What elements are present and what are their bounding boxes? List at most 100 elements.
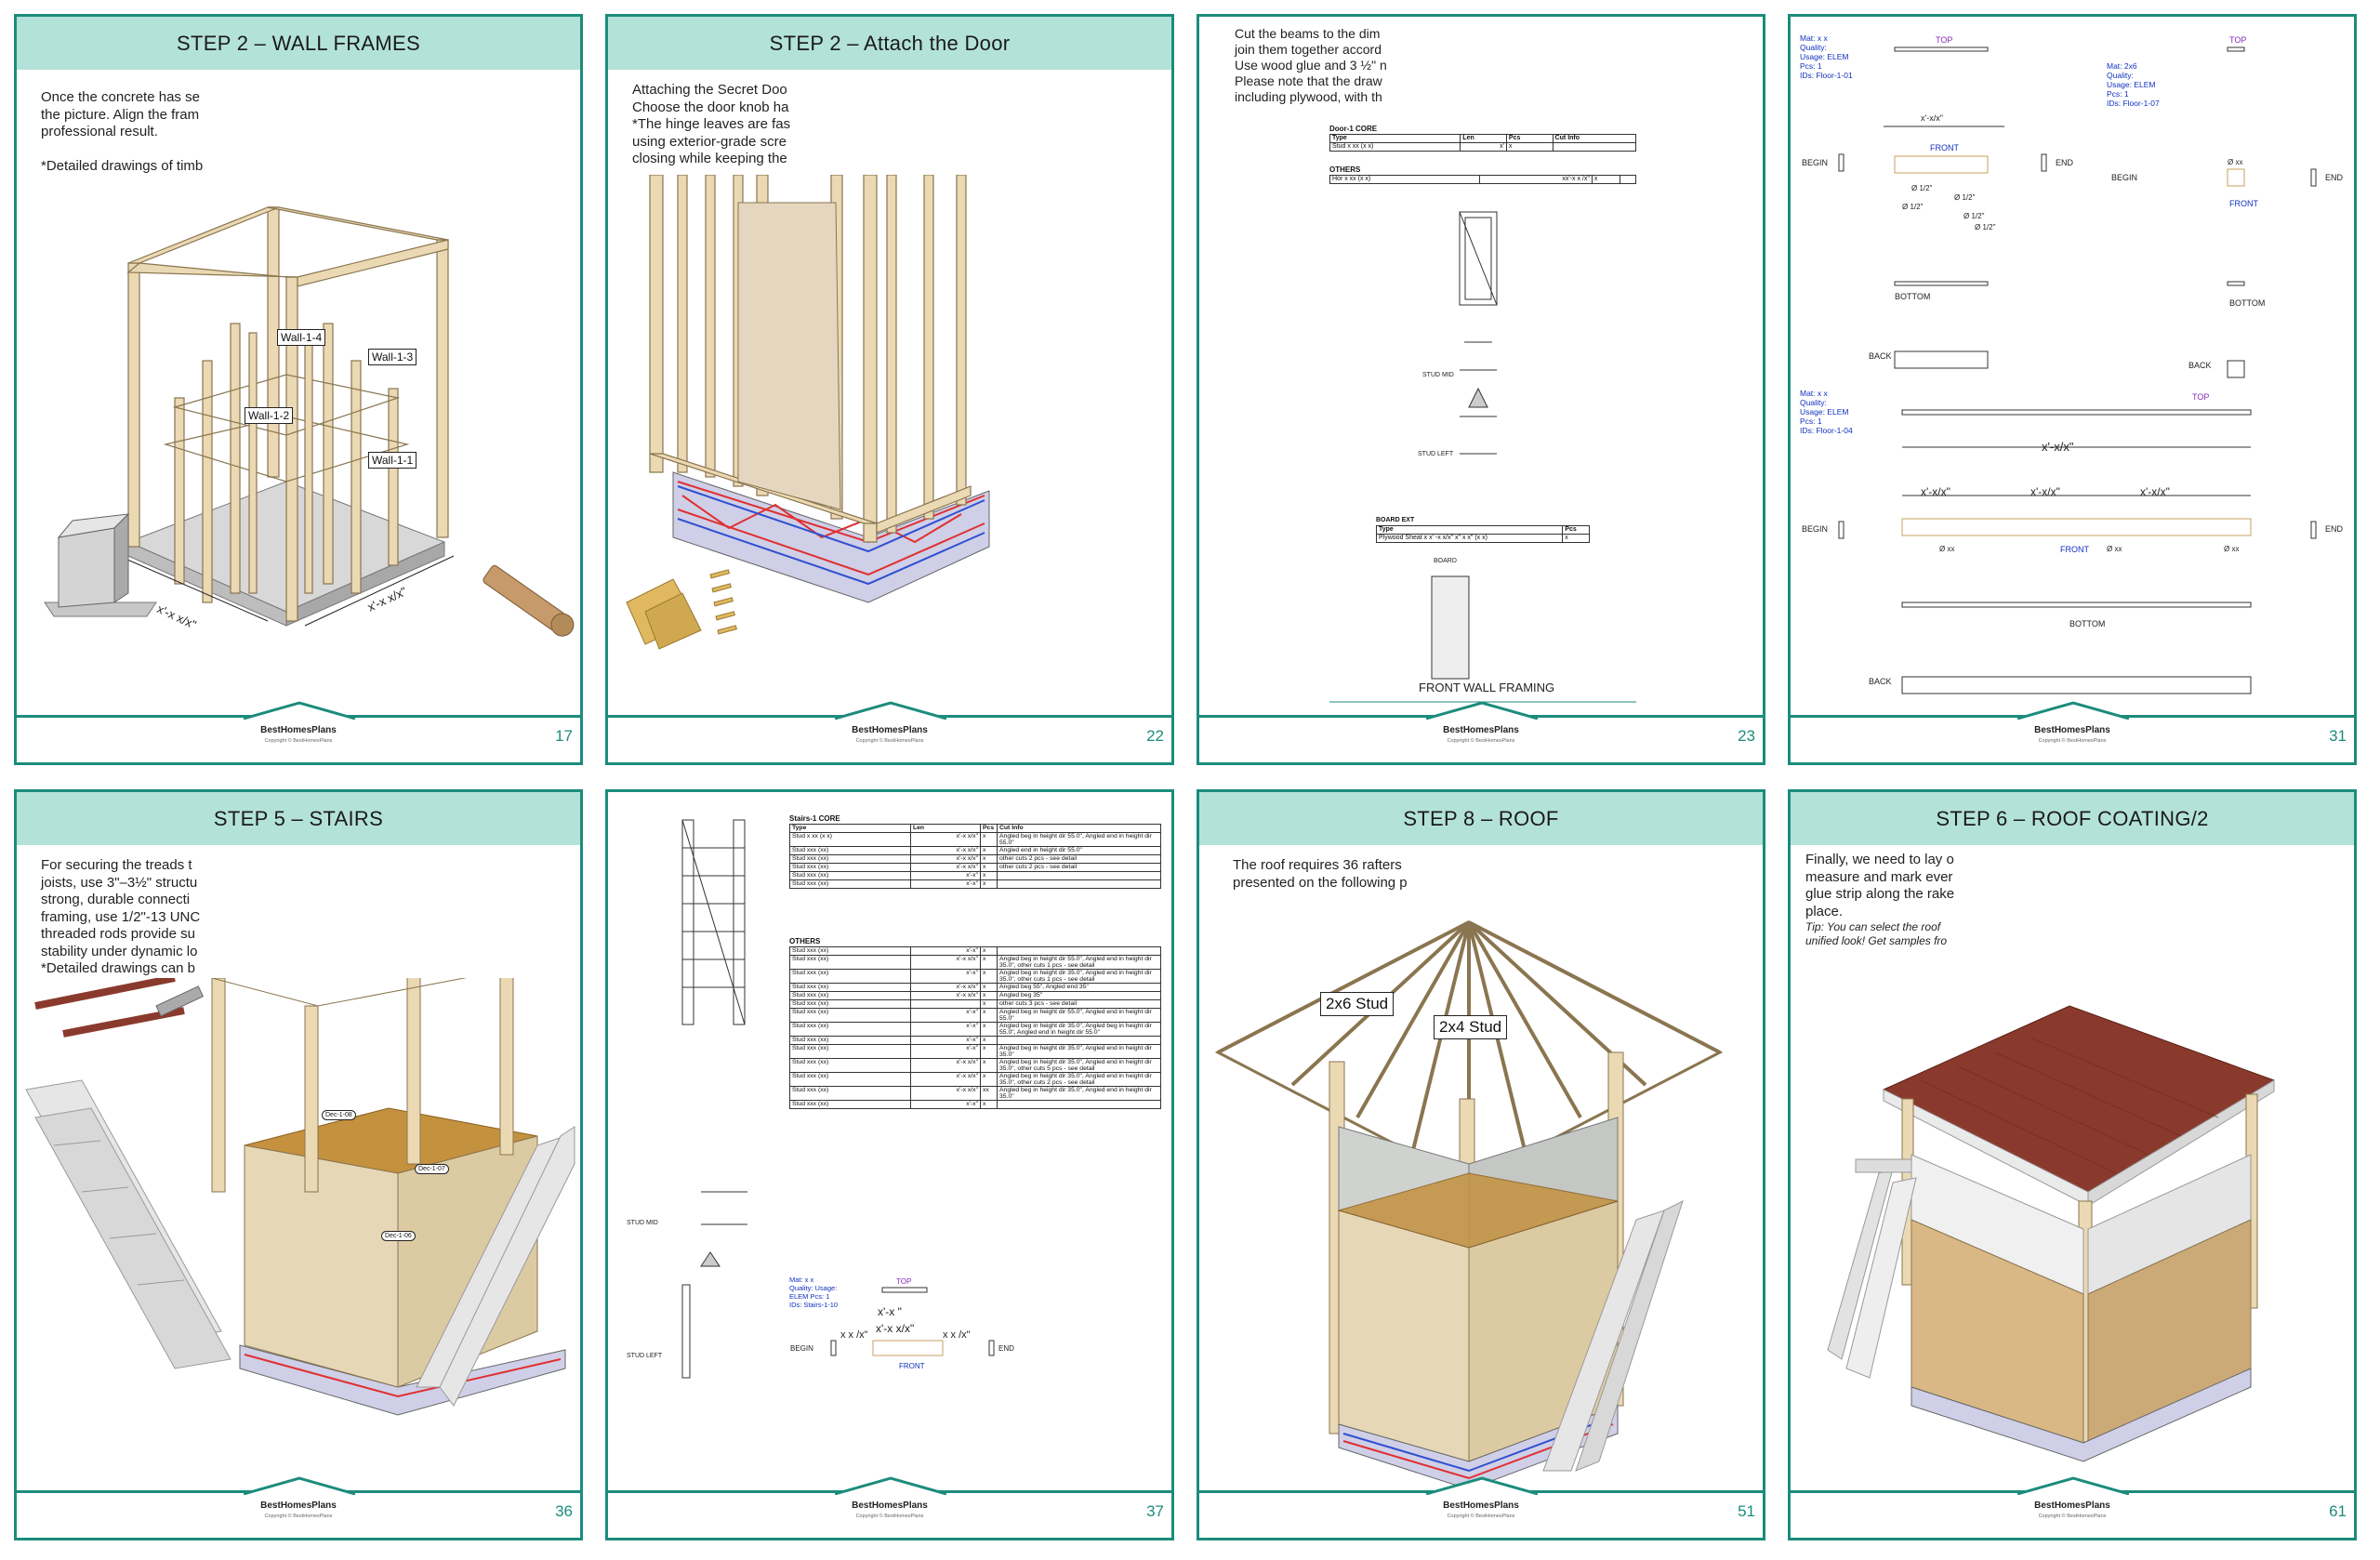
intro-text: The roof requires 36 rafters presented o…: [1233, 857, 1408, 891]
part-spec: Mat: x x Quality: Usage: ELEM Pcs: 1 IDs…: [789, 1276, 839, 1309]
page-number: 37: [1146, 1502, 1164, 1520]
callout-dec-1-06: Dec-1-06: [381, 1231, 416, 1241]
page-51: STEP 8 – ROOF The roof requires 36 rafte…: [1197, 789, 1765, 1540]
intro-text: Cut the beams to the dim join them toget…: [1235, 26, 1387, 104]
table-row: Stud xxx (xx) x'-x" x: [789, 946, 1161, 956]
part-drawings: [1838, 46, 2317, 694]
footer-brand: BestHomesPlans: [2034, 1501, 2110, 1511]
hinge-hardware: [626, 569, 737, 650]
dim-4: x x /x": [943, 1329, 971, 1341]
page-31: Mat: x x Quality: Usage: ELEM Pcs: 1 IDs…: [1788, 14, 2357, 765]
label-stud-left: STUD LEFT: [627, 1353, 663, 1359]
view-end: END: [998, 1344, 1014, 1353]
callout-wall-1-4: Wall-1-4: [277, 329, 326, 346]
view-bottom-3: BOTTOM: [2069, 619, 2106, 628]
dim-seg-3: x'-x/x": [2140, 485, 2170, 498]
door-illustration: [626, 175, 990, 650]
callout-wall-1-2: Wall-1-2: [245, 407, 294, 424]
page-title: STEP 2 – Attach the Door: [608, 17, 1171, 70]
roof-coating-illustration: [1827, 1005, 2276, 1462]
view-front: FRONT: [899, 1362, 925, 1370]
footer-brand: BestHomesPlans: [2034, 725, 2110, 735]
page-22: STEP 2 – Attach the Door Attaching the S…: [605, 14, 1174, 765]
view-end-2: END: [2325, 173, 2344, 182]
table-row: Stud xxx (xx) x'-x x/x" x Angled beg 55", A…: [789, 983, 1161, 992]
table-row: Stud xxx (xx) x'-x x/x" x Angled beg in hei…: [789, 1072, 1161, 1087]
footer-brand: BestHomesPlans: [852, 1501, 928, 1511]
view-end-3: END: [2325, 524, 2344, 534]
table-row: Stud xxx (xx) x'-x x/x" x other cuts 2 pcs …: [789, 863, 1161, 872]
table-row: Stud xxx (xx) x'-x x/x" x Angled beg 35": [789, 991, 1161, 1000]
page-number: 31: [2329, 727, 2347, 745]
table-row: Stud xxx (xx) x'-x" x Angled beg in height …: [789, 969, 1161, 984]
intro-text: Finally, we need to lay o measure and ma…: [1805, 852, 1955, 919]
callout-2x6-stud: 2x6 Stud: [1320, 992, 1395, 1016]
view-back: BACK: [1869, 351, 1892, 361]
page-37: Stairs-1 CORE Type Len Pcs Cut Info Stud x …: [605, 789, 1174, 1540]
core-title: Stairs-1 CORE: [789, 814, 840, 823]
callout-dec-1-08: Dec-1-08: [322, 1110, 356, 1120]
footer-copyright: Copyright © BestHomesPlans: [2038, 738, 2107, 744]
stair-part-drawings: [681, 819, 995, 1379]
table-row: Stud xxx (xx) x'-x x/x" x other cuts 2 pcs …: [789, 854, 1161, 864]
view-bottom-2: BOTTOM: [2229, 298, 2266, 308]
footer-copyright: Copyright © BestHomesPlans: [855, 1514, 924, 1519]
table-row: Stud xxx (xx) x'-x x/x" x Angled beg in hei…: [789, 1058, 1161, 1073]
page-title: STEP 2 – WALL FRAMES: [17, 17, 580, 70]
view-end: END: [2056, 158, 2074, 167]
screws: [34, 978, 205, 1038]
footer-copyright: Copyright © BestHomesPlans: [1447, 738, 1515, 744]
core-table: Type Len Pcs Cut Info Stud x xx (x x) x'-x x…: [789, 824, 1161, 889]
page-footer: BestHomesPlans Copyright © BestHomesPlan…: [17, 1476, 580, 1538]
page-number: 51: [1738, 1502, 1755, 1520]
table-row: Stud xxx (xx) x'-x" x: [789, 1100, 1161, 1109]
page-number: 17: [555, 727, 573, 745]
footer-brand: BestHomesPlans: [260, 1501, 337, 1511]
page-23: Cut the beams to the dim join them toget…: [1197, 14, 1765, 765]
page-footer: BestHomesPlans Copyright © BestHomesPlan…: [608, 1476, 1171, 1538]
dim-seg-1: x'-x/x": [1921, 485, 1950, 498]
page-title: STEP 5 – STAIRS: [17, 792, 580, 845]
secret-door: [737, 202, 841, 510]
anchor-bolt: [483, 564, 575, 637]
page-number: 22: [1146, 727, 1164, 745]
hole-4: Ø 1/2": [1964, 212, 1985, 220]
page-number: 36: [555, 1502, 573, 1520]
view-top-3: TOP: [2192, 392, 2210, 402]
dim-right: x'-x x/x": [365, 584, 409, 615]
core-table: Type Len Pcs Cut Info Stud x xx (x x) x' x: [1329, 134, 1637, 152]
core-title: Door-1 CORE: [1329, 125, 1378, 133]
table-row: Stud xxx (xx) x'-x" x Angled beg in height …: [789, 1022, 1161, 1037]
page-footer: BestHomesPlans Copyright © BestHomesPlan…: [1791, 701, 2354, 762]
page-footer: BestHomesPlans Copyright © BestHomesPlan…: [608, 701, 1171, 762]
hole-2: Ø 1/2": [1954, 193, 1976, 202]
view-back-3: BACK: [1869, 677, 1892, 686]
page-36: STEP 5 – STAIRS For securing the treads …: [14, 789, 583, 1540]
hole-3: Ø 1/2": [1902, 203, 1924, 211]
others-title: OTHERS: [1329, 165, 1361, 174]
page-footer: BestHomesPlans Copyright © BestHomesPlan…: [1199, 1476, 1763, 1538]
label-board: BOARD: [1434, 558, 1457, 564]
page-title: STEP 8 – ROOF: [1199, 792, 1763, 845]
table-row: Stud x xx (x x) x'-x x/x" x Angled beg in h…: [789, 832, 1161, 847]
intro-text: Once the concrete has se the picture. Al…: [41, 89, 204, 174]
hole-8: Ø xx: [2107, 545, 2122, 553]
table-row: Stud xxx (xx) x'-x" x Angled beg in height …: [789, 1008, 1161, 1023]
footer-brand: BestHomesPlans: [852, 725, 928, 735]
table-row: Stud xxx (xx) x'-x x/x" xx Angled beg in he…: [789, 1086, 1161, 1101]
view-front-2: FRONT: [2229, 199, 2258, 208]
footer-copyright: Copyright © BestHomesPlans: [264, 1514, 333, 1519]
label-stud-mid: STUD MID: [627, 1220, 658, 1226]
dim-main: x'-x/x": [2042, 440, 2074, 454]
table-row: Stud xxx (xx) x'-x x/x" x Angled end in hei…: [789, 846, 1161, 855]
hole-7: Ø xx: [1939, 545, 1955, 553]
page-number: 23: [1738, 727, 1755, 745]
view-front: FRONT: [1930, 143, 1959, 152]
wall-frames-illustration: x'-x x/x" x'-x x/x": [44, 206, 575, 637]
view-begin: BEGIN: [790, 1344, 813, 1353]
others-table: Hor x xx (x x) xx'-x x /x" x: [1329, 175, 1637, 184]
view-front-3: FRONT: [2060, 545, 2089, 554]
callout-2x4-stud: 2x4 Stud: [1434, 1015, 1508, 1039]
hole-9: Ø xx: [2224, 545, 2240, 553]
table-row: Stud xxx (xx) x'-x x/x" x Angled beg in hei…: [789, 955, 1161, 970]
